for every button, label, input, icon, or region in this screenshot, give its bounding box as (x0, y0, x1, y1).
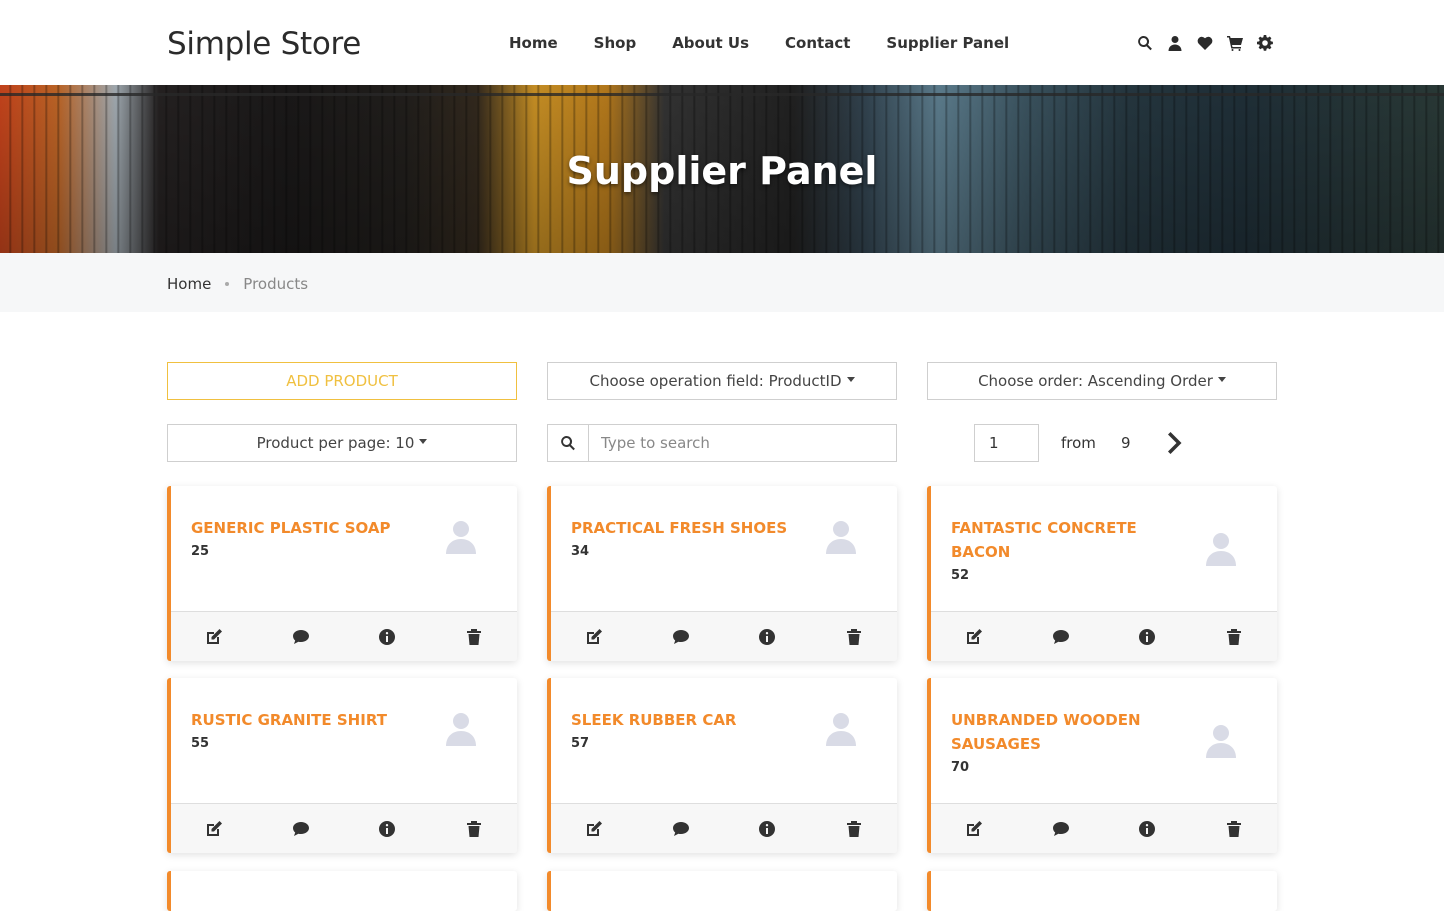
breadcrumb-bar: Home Products (0, 253, 1444, 312)
order-dropdown[interactable]: Choose order: Ascending Order (927, 362, 1277, 400)
edit-icon[interactable] (931, 612, 1018, 661)
product-quantity: 52 (951, 568, 970, 583)
product-quantity: 57 (571, 736, 590, 751)
info-icon[interactable] (724, 804, 811, 853)
product-quantity: 34 (571, 544, 590, 559)
add-product-button[interactable]: ADD PRODUCT (167, 362, 517, 400)
edit-icon[interactable] (171, 804, 258, 853)
nav-contact[interactable]: Contact (785, 34, 850, 52)
breadcrumb-current: Products (243, 275, 309, 293)
product-card-partial (927, 871, 1277, 911)
operation-field-label: Choose operation field: ProductID (589, 372, 842, 390)
comment-icon[interactable] (258, 612, 345, 661)
card-actions (171, 611, 517, 661)
per-page-dropdown[interactable]: Product per page: 10 (167, 424, 517, 462)
heart-icon[interactable] (1196, 34, 1214, 52)
card-actions (551, 611, 897, 661)
product-name[interactable]: PRACTICAL FRESH SHOES 34 (571, 516, 811, 563)
search-icon[interactable] (548, 425, 589, 461)
site-header: Simple Store Home Shop About Us Contact … (0, 0, 1444, 85)
product-name[interactable]: RUSTIC GRANITE SHIRT 55 (191, 708, 431, 755)
trash-icon[interactable] (811, 804, 898, 853)
breadcrumb-home[interactable]: Home (167, 275, 211, 293)
product-card: FANTASTIC CONCRETE BACON 52 (927, 486, 1277, 661)
search-bar (547, 424, 897, 462)
comment-icon[interactable] (1018, 612, 1105, 661)
product-avatar-icon (1205, 532, 1237, 566)
product-avatar-icon (445, 520, 477, 554)
product-card-partial (547, 871, 897, 911)
page-number-input[interactable]: 1 (974, 424, 1039, 462)
edit-icon[interactable] (171, 612, 258, 661)
product-avatar-icon (825, 712, 857, 746)
caret-down-icon (419, 439, 428, 444)
page-title: Supplier Panel (566, 149, 878, 193)
search-icon[interactable] (1136, 34, 1154, 52)
product-avatar-icon (825, 520, 857, 554)
product-name[interactable]: SLEEK RUBBER CAR 57 (571, 708, 811, 755)
edit-icon[interactable] (931, 804, 1018, 853)
product-name[interactable]: FANTASTIC CONCRETE BACON 52 (951, 516, 1171, 587)
add-product-label: ADD PRODUCT (286, 372, 398, 390)
pagination-total-pages: 9 (1121, 434, 1131, 452)
gear-icon[interactable] (1256, 34, 1274, 52)
product-name[interactable]: UNBRANDED WOODEN SAUSAGES 70 (951, 708, 1171, 779)
product-quantity: 55 (191, 736, 210, 751)
product-avatar-icon (1205, 724, 1237, 758)
edit-icon[interactable] (551, 804, 638, 853)
banner-rail (0, 93, 1444, 96)
product-card: PRACTICAL FRESH SHOES 34 (547, 486, 897, 661)
product-card: UNBRANDED WOODEN SAUSAGES 70 (927, 678, 1277, 853)
product-card-partial (167, 871, 517, 911)
trash-icon[interactable] (811, 612, 898, 661)
product-quantity: 25 (191, 544, 210, 559)
product-name[interactable]: GENERIC PLASTIC SOAP 25 (191, 516, 431, 563)
user-icon[interactable] (1166, 34, 1184, 52)
caret-down-icon (1217, 377, 1226, 382)
cart-icon[interactable] (1226, 34, 1244, 52)
caret-down-icon (846, 377, 855, 382)
trash-icon[interactable] (431, 804, 518, 853)
info-icon[interactable] (1104, 612, 1191, 661)
product-quantity: 70 (951, 760, 970, 775)
order-label: Choose order: Ascending Order (978, 372, 1213, 390)
trash-icon[interactable] (431, 612, 518, 661)
trash-icon[interactable] (1191, 804, 1278, 853)
comment-icon[interactable] (258, 804, 345, 853)
info-icon[interactable] (1104, 804, 1191, 853)
card-actions (931, 611, 1277, 661)
edit-icon[interactable] (551, 612, 638, 661)
chevron-right-icon[interactable] (1163, 431, 1183, 455)
operation-field-dropdown[interactable]: Choose operation field: ProductID (547, 362, 897, 400)
search-input[interactable] (589, 425, 889, 461)
main-nav: Home Shop About Us Contact Supplier Pane… (509, 34, 1045, 52)
info-icon[interactable] (344, 804, 431, 853)
header-icons (1136, 34, 1274, 52)
product-card: RUSTIC GRANITE SHIRT 55 (167, 678, 517, 853)
trash-icon[interactable] (1191, 612, 1278, 661)
comment-icon[interactable] (1018, 804, 1105, 853)
hero-banner: Supplier Panel (0, 85, 1444, 253)
breadcrumb-separator (225, 282, 230, 286)
pagination-from-label: from (1061, 434, 1096, 452)
nav-shop[interactable]: Shop (594, 34, 637, 52)
per-page-label: Product per page: 10 (256, 434, 415, 452)
site-logo[interactable]: Simple Store (167, 26, 361, 62)
product-card: SLEEK RUBBER CAR 57 (547, 678, 897, 853)
info-icon[interactable] (724, 612, 811, 661)
nav-supplier-panel[interactable]: Supplier Panel (886, 34, 1009, 52)
product-avatar-icon (445, 712, 477, 746)
card-actions (171, 803, 517, 853)
product-card: GENERIC PLASTIC SOAP 25 (167, 486, 517, 661)
comment-icon[interactable] (638, 804, 725, 853)
comment-icon[interactable] (638, 612, 725, 661)
info-icon[interactable] (344, 612, 431, 661)
nav-about-us[interactable]: About Us (672, 34, 749, 52)
breadcrumb: Home Products (167, 275, 308, 293)
card-actions (551, 803, 897, 853)
nav-home[interactable]: Home (509, 34, 558, 52)
card-actions (931, 803, 1277, 853)
